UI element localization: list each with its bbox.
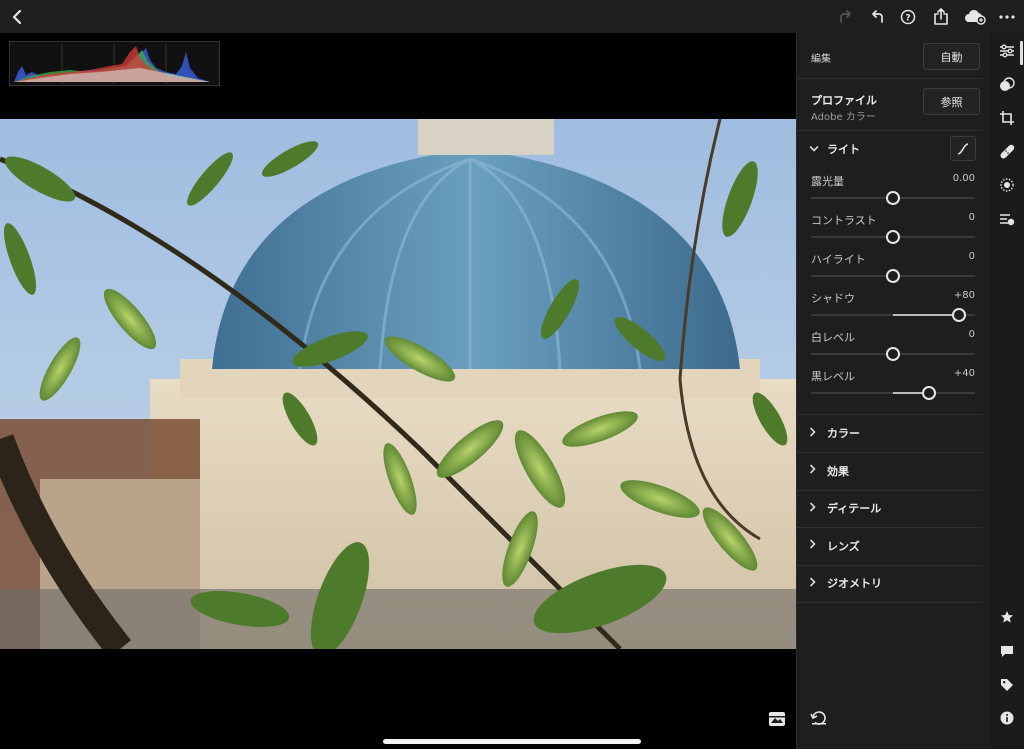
presets-icon[interactable] — [997, 209, 1017, 229]
cloud-sync-icon[interactable] — [962, 6, 988, 28]
slider-4[interactable]: 白レベル 0 — [811, 329, 975, 367]
section-title: カラー — [827, 427, 860, 440]
crop-icon[interactable] — [997, 108, 1017, 128]
slider-1[interactable]: コントラスト 0 — [811, 212, 975, 250]
chevron-right-icon — [809, 539, 819, 552]
section-header-1[interactable]: 効果 — [797, 453, 991, 489]
slider-value[interactable]: +80 — [954, 290, 975, 301]
chevron-right-icon — [809, 427, 819, 440]
auto-button[interactable]: 自動 — [923, 43, 980, 70]
share-icon[interactable] — [930, 6, 952, 28]
slider-value[interactable]: +40 — [954, 368, 975, 379]
slider-value[interactable]: 0.00 — [953, 173, 975, 184]
slider-thumb[interactable] — [922, 386, 937, 400]
chevron-right-icon — [809, 577, 819, 590]
slider-0[interactable]: 露光量 0.00 — [811, 173, 975, 211]
histogram — [9, 41, 220, 86]
light-section-title: ライト — [827, 143, 860, 156]
slider-thumb[interactable] — [886, 230, 900, 244]
section-header-3[interactable]: レンズ — [797, 528, 991, 564]
chevron-right-icon — [809, 464, 819, 477]
top-toolbar: ? — [0, 0, 1024, 33]
slider-fill — [893, 314, 959, 316]
slider-label: シャドウ — [811, 292, 855, 305]
more-icon[interactable] — [996, 6, 1018, 28]
home-indicator[interactable] — [383, 739, 641, 744]
section-header-2[interactable]: ディテール — [797, 490, 991, 526]
slider-label: ハイライト — [811, 253, 866, 266]
tool-rail — [990, 33, 1024, 749]
slider-thumb[interactable] — [886, 347, 900, 361]
profile-title: プロファイル — [811, 94, 877, 107]
redo-icon[interactable] — [834, 6, 856, 28]
slider-thumb[interactable] — [886, 269, 900, 283]
tag-icon[interactable] — [997, 675, 1017, 695]
active-tool-indicator — [1020, 41, 1023, 65]
edit-panel: 編集 自動 プロファイル Adobe カラー 参照 ライト 露光量 0.00 コント… — [796, 33, 990, 749]
slider-2[interactable]: ハイライト 0 — [811, 251, 975, 289]
edit-sliders-icon[interactable] — [997, 41, 1017, 61]
section-header-0[interactable]: カラー — [797, 415, 991, 451]
slider-5[interactable]: 黒レベル +40 — [811, 368, 975, 406]
tone-curve-icon — [957, 142, 969, 155]
compare-view-icon[interactable] — [767, 710, 787, 728]
slider-value[interactable]: 0 — [969, 251, 975, 262]
slider-value[interactable]: 0 — [969, 212, 975, 223]
edit-label: 編集 — [811, 54, 831, 65]
slider-label: コントラスト — [811, 214, 877, 227]
slider-label: 露光量 — [811, 175, 844, 188]
chevron-down-icon — [809, 143, 819, 156]
comment-icon[interactable] — [997, 641, 1017, 661]
section-title: 効果 — [827, 464, 849, 478]
section-header-4[interactable]: ジオメトリ — [797, 565, 991, 601]
slider-label: 黒レベル — [811, 370, 855, 383]
section-title: レンズ — [827, 539, 860, 553]
slider-label: 白レベル — [811, 331, 855, 344]
profile-value[interactable]: Adobe カラー — [811, 108, 876, 123]
section-title: ジオメトリ — [827, 577, 882, 590]
photo-image — [0, 119, 796, 649]
image-canvas[interactable] — [0, 33, 796, 749]
divider — [797, 78, 983, 79]
slider-thumb[interactable] — [886, 191, 900, 205]
help-icon[interactable]: ? — [897, 6, 919, 28]
slider-thumb[interactable] — [951, 308, 966, 322]
slider-value[interactable]: 0 — [969, 329, 975, 340]
masking-icon[interactable] — [997, 75, 1017, 95]
back-icon[interactable] — [6, 6, 28, 28]
divider — [797, 602, 983, 603]
selective-icon[interactable] — [997, 175, 1017, 195]
rating-star-icon[interactable] — [997, 607, 1017, 627]
tone-curve-button[interactable] — [950, 136, 976, 161]
slider-3[interactable]: シャドウ +80 — [811, 290, 975, 328]
browse-profile-button[interactable]: 参照 — [923, 88, 980, 115]
section-title: ディテール — [827, 502, 882, 515]
chevron-right-icon — [809, 502, 819, 515]
svg-text:?: ? — [905, 14, 910, 24]
healing-icon[interactable] — [997, 142, 1017, 162]
undo-icon[interactable] — [867, 6, 889, 28]
reset-icon[interactable] — [810, 710, 828, 726]
info-icon[interactable] — [997, 708, 1017, 728]
